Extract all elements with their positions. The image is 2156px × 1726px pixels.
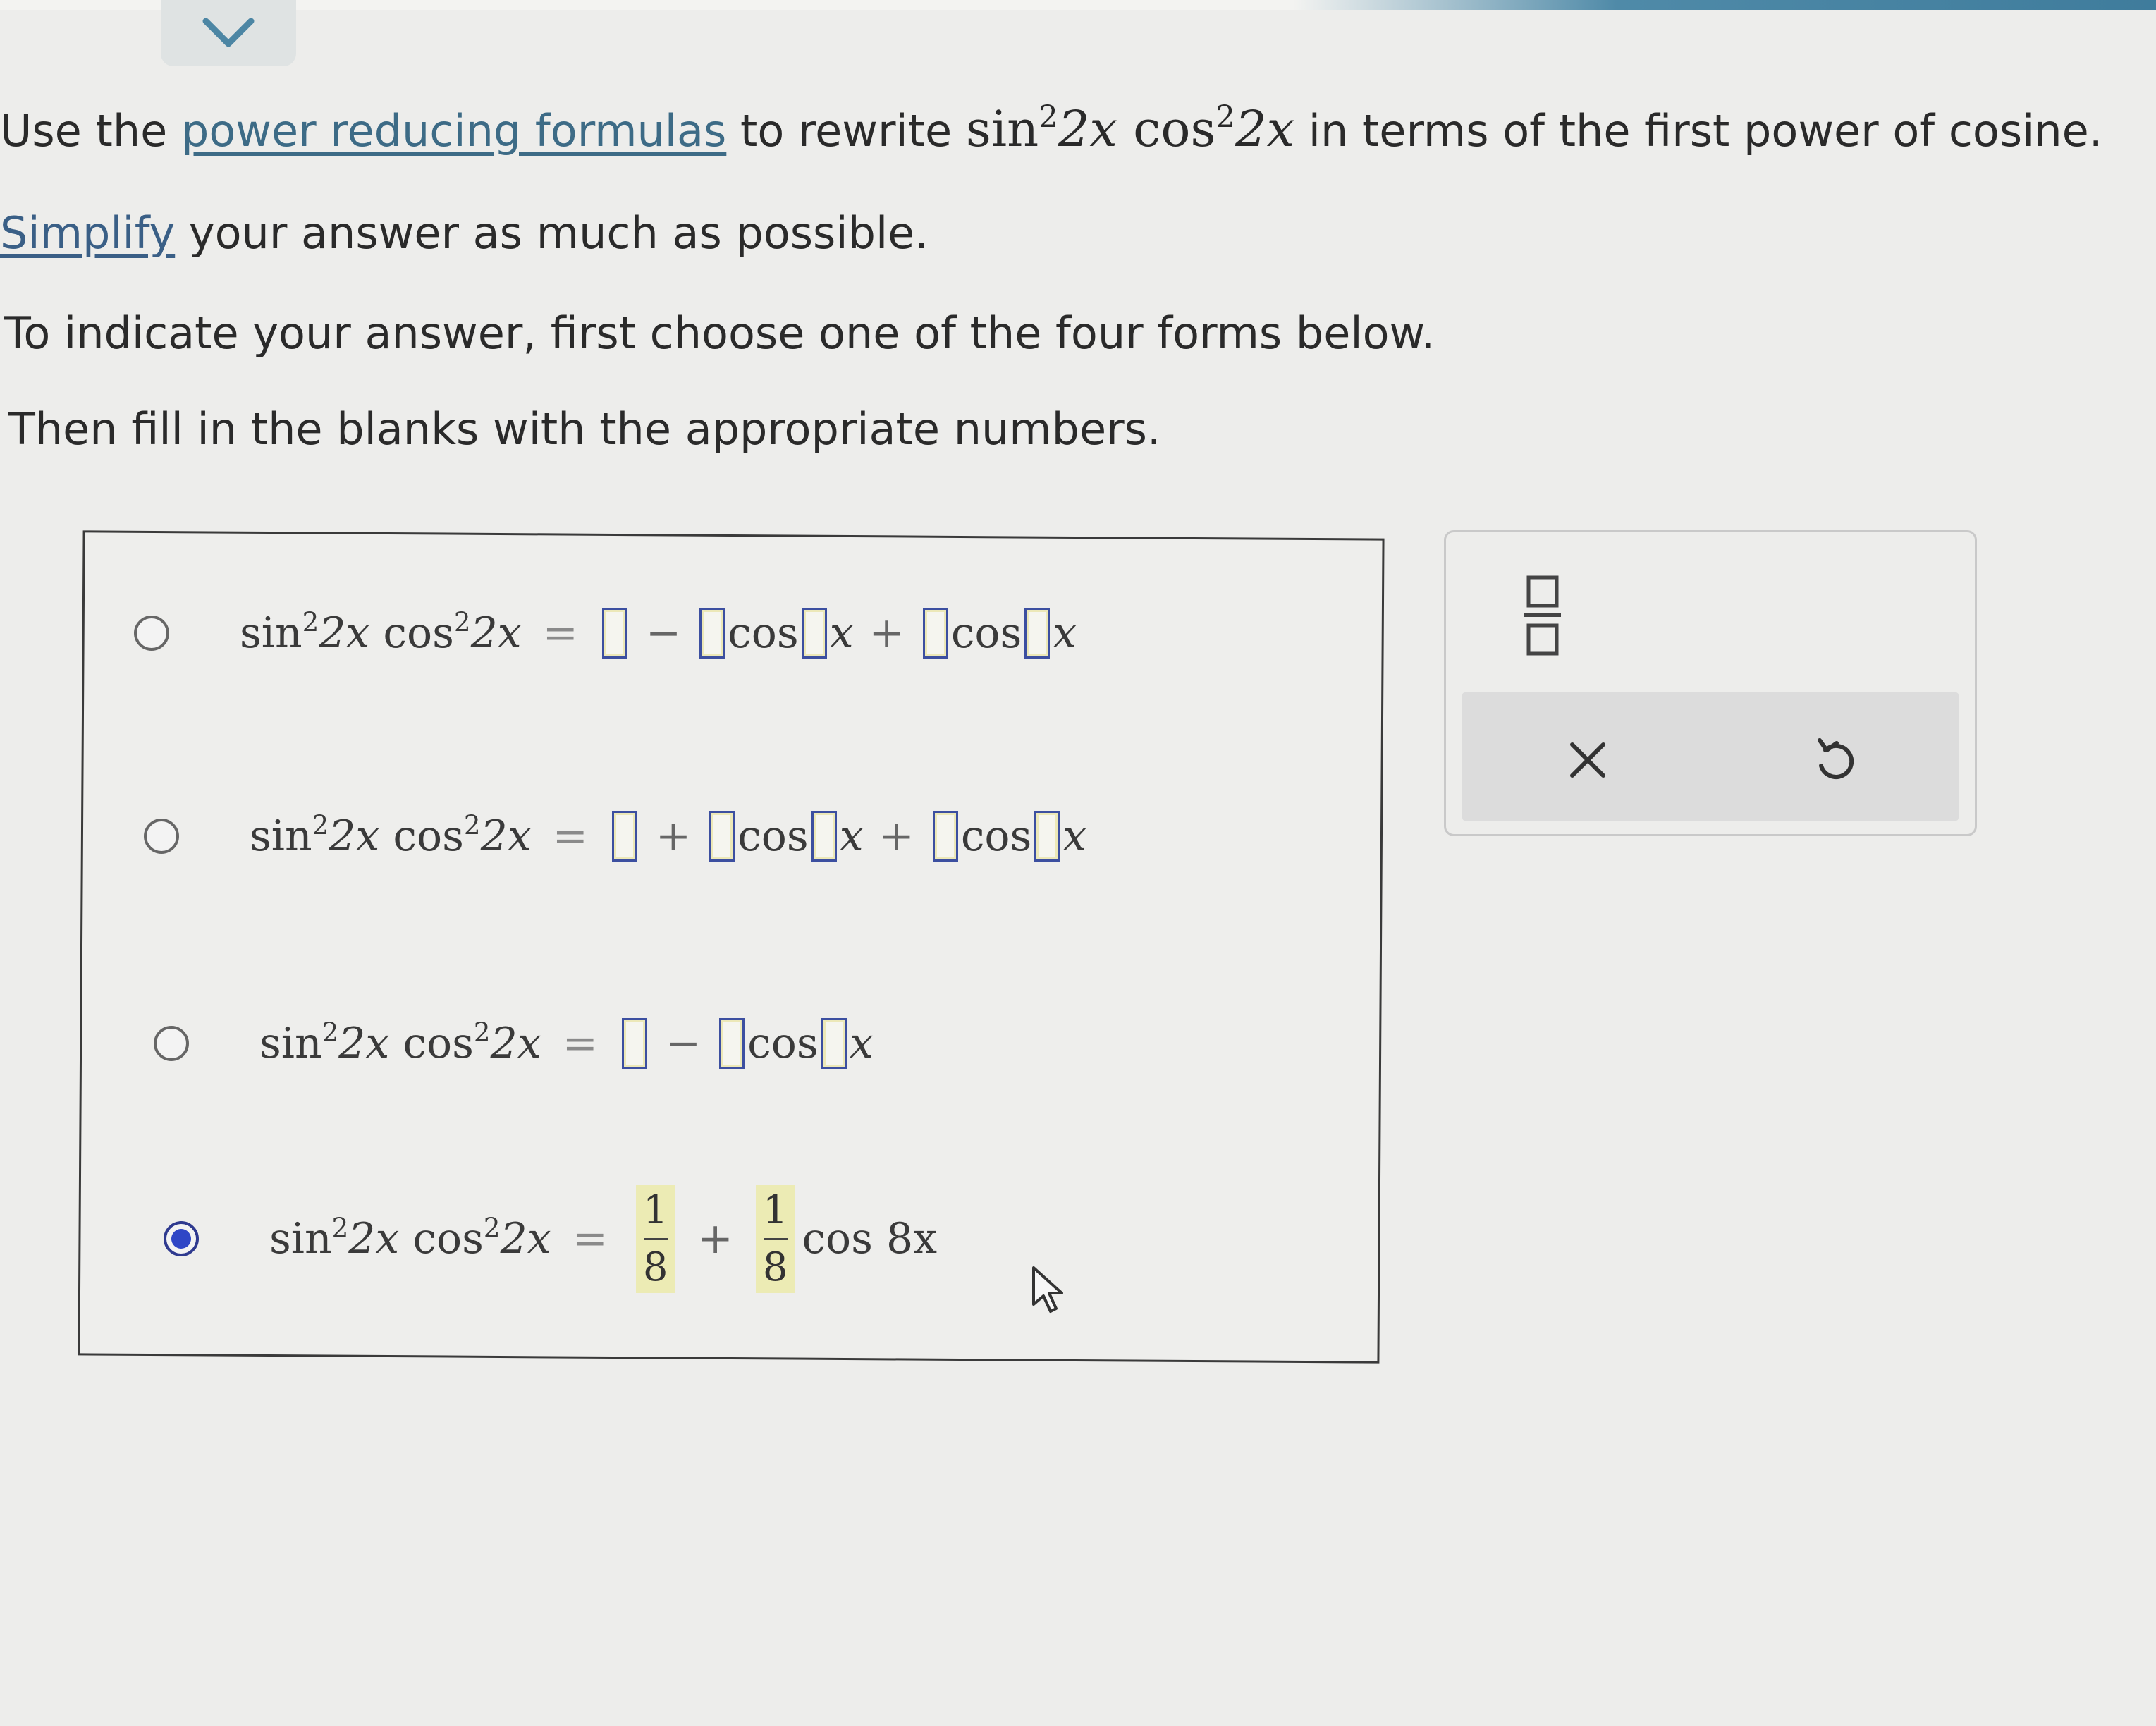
- blank-input[interactable]: [811, 811, 837, 862]
- blank-input[interactable]: [621, 1018, 647, 1069]
- question-line-4: Then fill in the blanks with the appropr…: [8, 403, 1161, 455]
- tool-action-bar: [1462, 692, 1959, 821]
- question-text: Use the: [0, 105, 181, 157]
- variable-x: x: [839, 812, 864, 861]
- denominator[interactable]: 8: [763, 1245, 788, 1290]
- option-1-lhs: sin22x cos22x: [240, 606, 522, 658]
- top-accent-bar: [0, 0, 2156, 10]
- variable-x: x: [829, 608, 854, 658]
- power-reducing-formulas-link[interactable]: power reducing formulas: [181, 105, 726, 157]
- blank-input[interactable]: [709, 811, 735, 862]
- radio-option-3[interactable]: [154, 1026, 189, 1061]
- blank-input[interactable]: [1034, 811, 1060, 862]
- plus-sign: +: [655, 812, 692, 861]
- answer-option-2[interactable]: sin22x cos22x = + cos x + cos x: [144, 811, 1086, 862]
- question-text: to rewrite: [726, 105, 966, 157]
- fraction-bar: [763, 1237, 788, 1240]
- minus-sign: −: [665, 1019, 702, 1068]
- simplify-link[interactable]: Simplify: [0, 207, 175, 259]
- blank-input[interactable]: [821, 1018, 847, 1069]
- question-line-2: Simplify your answer as much as possible…: [0, 212, 929, 255]
- answer-option-4[interactable]: sin22x cos22x = 1 8 + 1 8 cos 8x: [164, 1185, 938, 1294]
- minus-sign: −: [645, 608, 682, 658]
- equals-sign: =: [552, 812, 588, 861]
- cos-label: cos: [950, 608, 1022, 658]
- equals-sign: =: [542, 608, 578, 658]
- question-line-1: Use the power reducing formulas to rewri…: [0, 102, 2103, 157]
- plus-sign: +: [697, 1214, 733, 1264]
- question-line-3: To indicate your answer, first choose on…: [4, 307, 1435, 359]
- equals-sign: =: [562, 1019, 598, 1068]
- undo-button[interactable]: [1803, 728, 1867, 791]
- answer-option-3[interactable]: sin22x cos22x = − cos x: [154, 1018, 874, 1069]
- variable-x: x: [1062, 812, 1087, 861]
- blank-input[interactable]: [932, 811, 958, 862]
- numerator[interactable]: 1: [763, 1189, 788, 1232]
- option-3-lhs: sin22x cos22x: [259, 1016, 541, 1068]
- collapse-button[interactable]: [161, 0, 296, 66]
- variable-x: x: [849, 1019, 874, 1068]
- answer-option-1[interactable]: sin22x cos22x = − cos x + cos x: [134, 608, 1077, 659]
- blank-input[interactable]: [611, 811, 637, 862]
- variable-x: x: [1053, 608, 1077, 658]
- clear-button[interactable]: [1558, 730, 1617, 790]
- blank-input[interactable]: [801, 608, 827, 659]
- denominator[interactable]: 8: [643, 1245, 668, 1290]
- blank-input[interactable]: [699, 608, 725, 659]
- cos-label: cos: [728, 608, 799, 658]
- equals-sign: =: [572, 1214, 608, 1264]
- question-expression: sin22x cos22x: [965, 99, 1295, 158]
- fraction-tool-button[interactable]: [1516, 570, 1569, 661]
- cos-label: cos: [960, 812, 1032, 861]
- blank-input[interactable]: [1024, 608, 1051, 659]
- question-text: your answer as much as possible.: [175, 207, 929, 259]
- cos-label: cos: [737, 812, 809, 861]
- cos-8x-term: cos 8x: [802, 1214, 938, 1264]
- question-text: in terms of the first power of cosine.: [1294, 105, 2103, 157]
- option-2-lhs: sin22x cos22x: [250, 809, 532, 861]
- plus-sign: +: [869, 608, 905, 658]
- plus-sign: +: [878, 812, 914, 861]
- radio-option-4-selected[interactable]: [164, 1221, 199, 1257]
- blank-input[interactable]: [719, 1018, 745, 1069]
- fraction-input-2[interactable]: 1 8: [755, 1185, 795, 1294]
- undo-icon: [1818, 738, 1854, 779]
- blank-input[interactable]: [601, 608, 627, 659]
- radio-option-2[interactable]: [144, 819, 179, 854]
- chevron-down-icon: [202, 18, 255, 47]
- close-icon: [1570, 742, 1605, 778]
- numerator[interactable]: 1: [643, 1189, 668, 1232]
- option-4-lhs: sin22x cos22x: [269, 1212, 551, 1264]
- mouse-cursor-icon: [1032, 1266, 1063, 1313]
- fraction-input-1[interactable]: 1 8: [635, 1185, 675, 1294]
- cos-label: cos: [747, 1019, 819, 1068]
- blank-input[interactable]: [922, 608, 948, 659]
- fraction-bar: [643, 1237, 668, 1240]
- fraction-icon: [1524, 575, 1561, 656]
- radio-option-1[interactable]: [134, 616, 169, 651]
